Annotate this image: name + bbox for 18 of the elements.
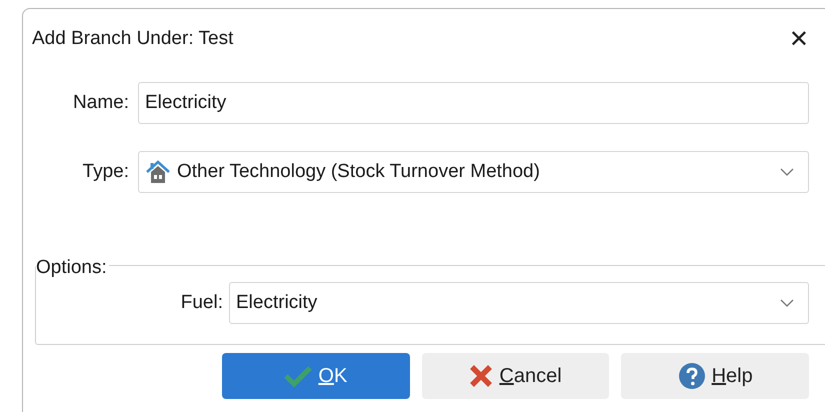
help-button[interactable]: Help bbox=[621, 353, 810, 399]
group-label: Options: bbox=[36, 257, 109, 279]
name-field[interactable]: Electricity bbox=[138, 82, 809, 124]
fuel-dropdown[interactable]: Electricity bbox=[229, 282, 809, 324]
house-icon bbox=[145, 159, 171, 185]
close-button[interactable]: ✕ bbox=[788, 25, 809, 53]
chevron-down-icon bbox=[780, 299, 794, 307]
window-title: Add Branch Under: Test bbox=[32, 28, 234, 50]
chevron-down-icon bbox=[780, 168, 794, 176]
cancel-button[interactable]: Cancel bbox=[422, 353, 610, 399]
field-label: Type: bbox=[82, 161, 130, 183]
type-dropdown[interactable]: Other Technology (Stock Turnover Method) bbox=[138, 151, 809, 193]
close-icon bbox=[469, 364, 494, 388]
field-label: Fuel: bbox=[180, 292, 224, 314]
checkmark-icon bbox=[284, 365, 312, 387]
ok-button[interactable]: OK bbox=[222, 353, 410, 399]
help-icon bbox=[678, 362, 706, 390]
field-label: Name: bbox=[72, 92, 130, 114]
